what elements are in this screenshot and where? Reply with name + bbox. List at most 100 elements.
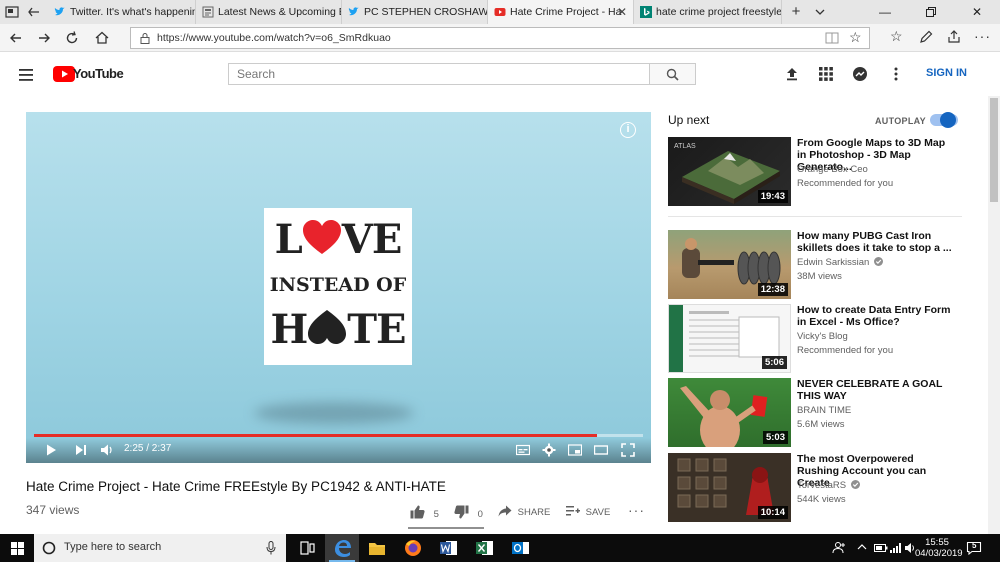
maximize-icon[interactable] <box>908 0 954 24</box>
sign-in-button[interactable]: SIGN IN <box>926 67 967 79</box>
forward-arrow-icon[interactable] <box>34 28 54 48</box>
more-actions-icon[interactable]: ··· <box>628 502 645 518</box>
tab-youtube-active[interactable]: Hate Crime Project - Ha ✕ <box>488 0 634 24</box>
search-button[interactable] <box>650 63 696 85</box>
autoplay-toggle-knob[interactable] <box>940 112 956 128</box>
thumbnail[interactable]: 12:38 <box>668 230 791 299</box>
channel-name[interactable]: BRAIN TIME <box>797 405 851 416</box>
recommended-video-5[interactable]: 10:14 The most Overpowered Rushing Accou… <box>668 453 968 523</box>
reading-view-icon[interactable] <box>825 32 839 44</box>
progress-bar[interactable] <box>34 434 643 437</box>
windows-start-icon[interactable] <box>11 542 24 555</box>
taskbar-search-box[interactable]: Type here to search <box>34 534 286 562</box>
network-icon[interactable] <box>890 542 902 554</box>
search-icon <box>666 68 679 81</box>
channel-name[interactable]: Orange Box Ceo <box>797 164 868 175</box>
close-tab-icon[interactable]: ✕ <box>617 0 627 24</box>
tab-list-chevron-down-icon[interactable] <box>812 4 828 20</box>
word-icon[interactable] <box>431 534 465 562</box>
miniplayer-icon[interactable] <box>568 443 582 457</box>
recommended-title[interactable]: How many PUBG Cast Iron skillets does it… <box>797 230 957 254</box>
people-icon[interactable] <box>832 541 846 555</box>
url-text: https://www.youtube.com/watch?v=o6_SmRdk… <box>157 32 391 44</box>
outlook-icon[interactable] <box>503 534 537 562</box>
recommended-title[interactable]: NEVER CELEBRATE A GOAL THIS WAY <box>797 378 957 402</box>
fullscreen-icon[interactable] <box>621 443 635 457</box>
overlay-letter-l: L <box>274 216 303 263</box>
video-meta: 5.6M views <box>797 419 845 430</box>
url-field[interactable]: https://www.youtube.com/watch?v=o6_SmRdk… <box>130 27 870 49</box>
view-count: 347 views <box>26 503 80 517</box>
action-center-icon[interactable]: 5 <box>966 540 982 556</box>
overlay-line-instead-of: INSTEAD OF <box>269 274 407 296</box>
taskbar-search-placeholder: Type here to search <box>64 541 162 553</box>
save-button[interactable]: SAVE <box>566 505 610 518</box>
hamburger-menu-icon[interactable] <box>19 68 33 81</box>
sidebar-divider <box>668 216 962 217</box>
firefox-icon[interactable] <box>396 534 430 562</box>
messages-icon[interactable] <box>852 66 868 82</box>
tab-news[interactable]: Latest News & Upcoming E <box>196 0 342 24</box>
back-arrow-icon[interactable] <box>6 28 26 48</box>
channel-name[interactable]: Vicky's Blog <box>797 331 848 342</box>
recommended-video-4[interactable]: 5:03 NEVER CELEBRATE A GOAL THIS WAY BRA… <box>668 378 968 448</box>
share-button[interactable]: SHARE <box>498 505 550 518</box>
new-tab-icon[interactable]: + <box>788 4 804 20</box>
file-explorer-icon[interactable] <box>360 534 394 562</box>
like-button[interactable]: 5 <box>410 505 439 520</box>
address-bar: https://www.youtube.com/watch?v=o6_SmRdk… <box>0 24 1000 52</box>
more-dots-icon[interactable]: ··· <box>974 28 991 44</box>
page-scrollbar-thumb[interactable] <box>990 98 998 202</box>
thumbnail[interactable]: ATLAS 19:43 <box>668 137 791 206</box>
tab-label: Latest News & Upcoming E <box>218 6 342 18</box>
subtitles-icon[interactable] <box>516 443 530 457</box>
dislike-button[interactable]: 0 <box>454 505 483 520</box>
thumbnail[interactable]: 5:06 <box>668 304 791 373</box>
refresh-icon[interactable] <box>62 28 82 48</box>
microphone-icon[interactable] <box>266 541 276 555</box>
video-player[interactable]: L VE INSTEAD OF H TE i 2:25 / 2:37 <box>26 112 651 463</box>
tab-twitter-croshaw[interactable]: PC STEPHEN CROSHAW (@ <box>342 0 488 24</box>
apps-grid-icon[interactable] <box>818 66 834 82</box>
web-note-icon[interactable] <box>918 29 934 45</box>
video-meta: 544K views <box>797 494 846 505</box>
progress-fill <box>34 434 597 437</box>
theater-mode-icon[interactable] <box>594 443 608 457</box>
edge-browser-icon[interactable] <box>325 534 359 562</box>
share-icon[interactable] <box>946 29 962 45</box>
play-icon[interactable] <box>44 443 58 457</box>
recommended-video-3[interactable]: 5:06 How to create Data Entry Form in Ex… <box>668 304 968 374</box>
channel-name[interactable]: Edwin Sarkissian <box>797 257 883 268</box>
minimize-icon[interactable]: — <box>862 0 908 24</box>
settings-dots-icon[interactable] <box>888 66 904 82</box>
volume-icon[interactable] <box>100 443 114 457</box>
tabs-aside-icon[interactable] <box>26 4 42 20</box>
next-icon[interactable] <box>74 443 88 457</box>
upload-icon[interactable] <box>784 66 800 82</box>
battery-icon[interactable] <box>874 543 888 553</box>
thumbnail[interactable]: 10:14 <box>668 453 791 522</box>
task-view-icon[interactable] <box>290 534 324 562</box>
favorites-icon[interactable]: ☆ <box>890 28 903 45</box>
recommended-video-2[interactable]: 12:38 How many PUBG Cast Iron skillets d… <box>668 230 968 300</box>
home-icon[interactable] <box>92 28 112 48</box>
search-input[interactable]: Search <box>228 63 650 85</box>
excel-icon[interactable] <box>467 534 501 562</box>
settings-gear-icon[interactable] <box>542 443 556 457</box>
system-clock[interactable]: 15:55 04/03/2019 <box>915 537 963 559</box>
info-icon[interactable]: i <box>620 122 636 138</box>
clock-date: 04/03/2019 <box>915 548 963 559</box>
tab-twitter[interactable]: Twitter. It's what's happenin <box>48 0 196 24</box>
channel-name[interactable]: TorvestaRS <box>797 480 860 491</box>
show-hidden-icons-chevron-up-icon[interactable] <box>857 543 867 551</box>
recommended-video-1[interactable]: ATLAS 19:43 From Google Maps to 3D Map i… <box>668 137 968 207</box>
favorite-star-icon[interactable]: ☆ <box>849 29 862 46</box>
tab-label: PC STEPHEN CROSHAW (@ <box>364 6 488 18</box>
tab-bing[interactable]: hate crime project freestyle <box>634 0 782 24</box>
close-window-icon[interactable]: ✕ <box>954 0 1000 24</box>
tab-preview-icon[interactable] <box>4 4 20 20</box>
share-arrow-icon <box>498 505 512 517</box>
like-ratio-bar <box>408 527 484 529</box>
thumbnail[interactable]: 5:03 <box>668 378 791 447</box>
recommended-title[interactable]: How to create Data Entry Form in Excel -… <box>797 304 957 328</box>
